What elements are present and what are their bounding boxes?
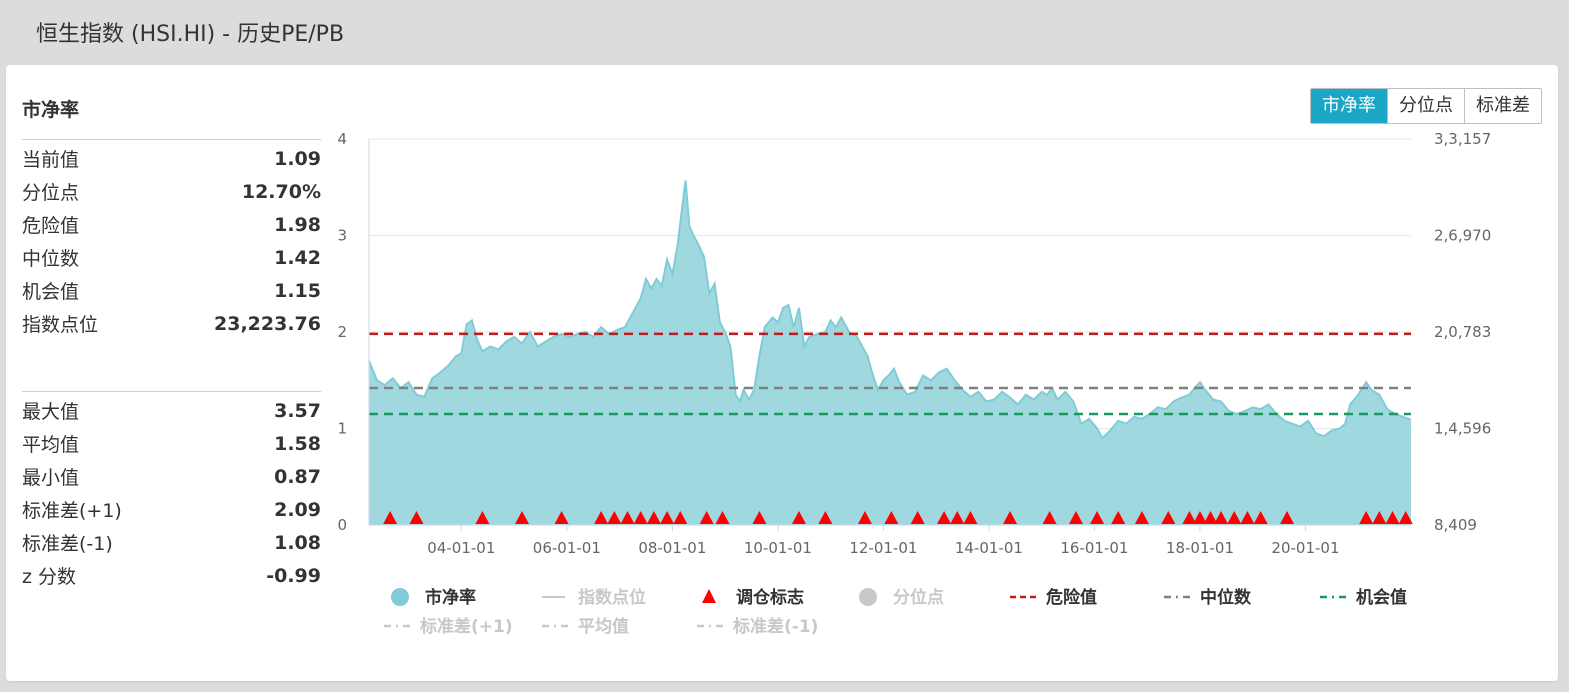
y-tick-label: 2	[337, 323, 347, 341]
y2-tick-label: 1,4,596	[1434, 420, 1491, 438]
x-tick-label: 06-01-01	[533, 539, 601, 557]
x-tick-label: 20-01-01	[1271, 539, 1339, 557]
x-tick-label: 08-01-01	[638, 539, 706, 557]
pb-area	[369, 180, 1411, 525]
y-tick-label: 1	[337, 420, 347, 438]
legend-symbol	[702, 589, 716, 603]
x-tick-label: 04-01-01	[427, 539, 495, 557]
pb-chart: 0 1 2 3 4 8,409 1,4,596 2,0,783 2,6,970 3,3,157 04…	[337, 130, 1491, 637]
legend-label: 机会值	[1356, 587, 1407, 608]
legend-symbol	[391, 588, 409, 606]
legend-label: 标准差(-1)	[733, 616, 818, 637]
legend-label: 标准差(+1)	[420, 616, 513, 637]
y2-tick-label: 8,409	[1434, 516, 1477, 534]
legend-item[interactable]: 标准差(+1)	[384, 616, 513, 637]
y-tick-label: 4	[337, 130, 347, 148]
y-tick-label: 3	[337, 227, 347, 245]
legend-item[interactable]: 调仓标志	[702, 587, 804, 608]
legend-item[interactable]: 机会值	[1320, 587, 1407, 608]
legend-item[interactable]: 分位点	[859, 587, 944, 608]
legend-symbol	[859, 588, 877, 606]
x-tick-label: 10-01-01	[744, 539, 812, 557]
legend-item[interactable]: 平均值	[542, 616, 629, 637]
page-title: 恒生指数 (HSI.HI) - 历史PE/PB	[36, 22, 345, 47]
legend-label: 平均值	[578, 616, 629, 637]
x-tick-label: 18-01-01	[1166, 539, 1234, 557]
legend-label: 调仓标志	[736, 587, 804, 608]
legend-label: 危险值	[1045, 587, 1097, 608]
legend-label: 中位数	[1200, 587, 1252, 608]
y2-tick-label: 2,6,970	[1434, 227, 1491, 245]
y2-tick-label: 2,0,783	[1434, 323, 1491, 341]
y2-tick-label: 3,3,157	[1434, 130, 1491, 148]
x-tick-label: 12-01-01	[849, 539, 917, 557]
x-tick-label: 14-01-01	[955, 539, 1023, 557]
legend-item[interactable]: 危险值	[1010, 587, 1097, 608]
legend-item[interactable]: 中位数	[1164, 587, 1252, 608]
legend-item[interactable]: 指数点位	[542, 587, 646, 608]
legend-label: 分位点	[893, 587, 944, 608]
legend-item[interactable]: 标准差(-1)	[697, 616, 818, 637]
legend-label: 指数点位	[578, 587, 646, 608]
y-tick-label: 0	[337, 516, 347, 534]
legend-label: 市净率	[425, 587, 476, 608]
legend-item[interactable]: 市净率	[391, 587, 476, 608]
x-tick-label: 16-01-01	[1060, 539, 1128, 557]
chart-card: 市净率 当前值 1.09 分位点 12.70% 危险值 1.98 中位数 1.42 机会…	[6, 65, 1558, 681]
legend[interactable]: 市净率 指数点位 调仓标志 分位点 危险值 中位数 机会值标准差(+1) 平均值 标准差(-1)	[384, 587, 1407, 637]
